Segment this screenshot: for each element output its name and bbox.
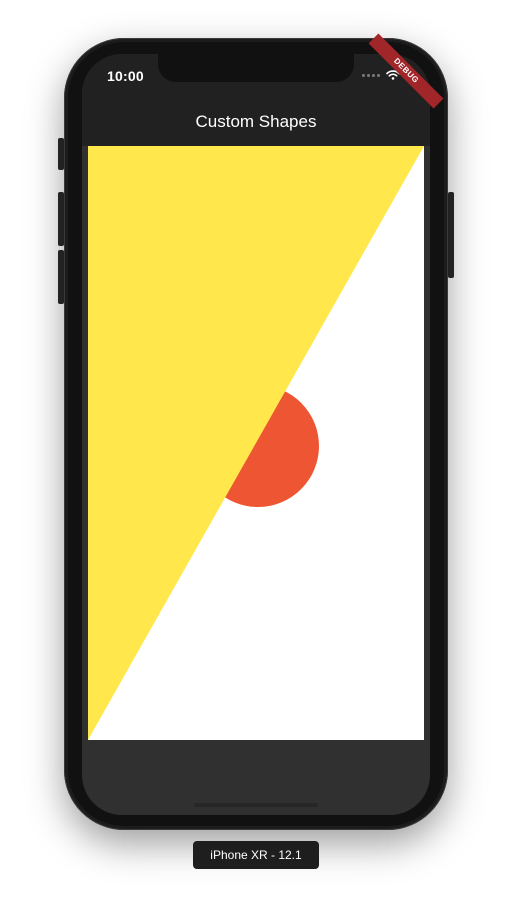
device-label: iPhone XR - 12.1 [193,841,319,869]
notch [158,54,354,82]
custom-shapes-canvas [88,146,424,740]
status-time: 10:00 [107,68,144,84]
page-title: Custom Shapes [195,112,317,131]
shapes-svg [88,146,424,740]
power-button [448,192,454,278]
status-icons [362,70,400,80]
app-bar: Custom Shapes [82,98,430,146]
home-indicator[interactable] [194,803,318,807]
signal-dots-icon [362,73,380,77]
simulator-stage: 10:00 Custom Shapes DEBUG iPhone XR - 12… [0,0,512,905]
phone-screen: 10:00 Custom Shapes [82,54,430,815]
